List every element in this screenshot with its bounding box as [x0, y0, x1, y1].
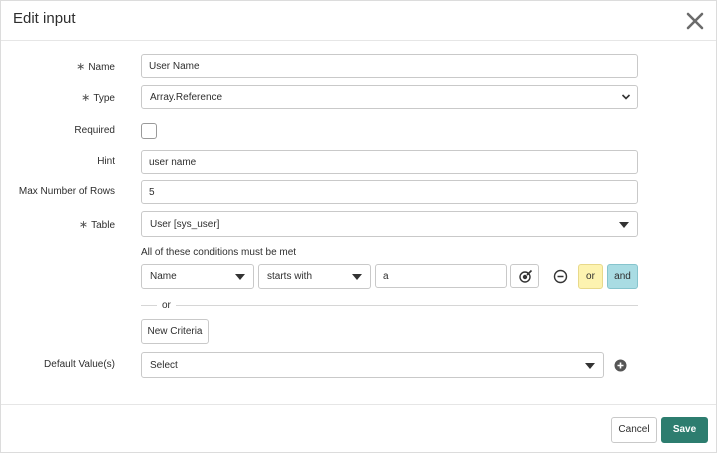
add-default-value-icon[interactable] [614, 359, 627, 372]
condition-operator-select[interactable]: starts with [258, 264, 371, 289]
new-criteria-button[interactable]: New Criteria [141, 319, 209, 344]
max-rows-label: Max Number of Rows [18, 186, 115, 197]
default-values-label: Default Value(s) [44, 359, 115, 370]
reference-picker-button[interactable] [510, 264, 539, 288]
dialog-title: Edit input [13, 10, 76, 27]
max-rows-field[interactable] [141, 180, 638, 204]
condition-operator-value: starts with [267, 271, 313, 282]
required-label: Required [74, 125, 115, 136]
cancel-button[interactable]: Cancel [611, 417, 657, 443]
table-label: ∗ Table [78, 219, 115, 231]
edit-input-dialog: Edit input ∗Name ∗Type Array.Reference R… [0, 0, 717, 453]
dialog-header: Edit input [1, 1, 716, 41]
chevron-down-icon [621, 94, 631, 100]
table-select-value: User [sys_user] [150, 219, 220, 230]
name-label: ∗ Name [76, 61, 115, 73]
or-separator-label: or [162, 300, 171, 311]
and-condition-button[interactable]: and [607, 264, 638, 289]
required-checkbox[interactable] [141, 123, 157, 139]
caret-down-icon [352, 274, 362, 280]
remove-condition-icon[interactable] [553, 269, 568, 284]
table-select[interactable]: User [sys_user] [141, 211, 638, 237]
footer-divider [1, 404, 716, 405]
condition-field-select[interactable]: Name [141, 264, 254, 289]
save-button[interactable]: Save [661, 417, 708, 443]
hint-field[interactable] [141, 150, 638, 174]
target-picker-icon [519, 269, 533, 283]
condition-field-value: Name [150, 271, 177, 282]
condition-value-field[interactable] [375, 264, 507, 288]
type-select-value: Array.Reference [150, 92, 223, 103]
default-values-placeholder: Select [150, 360, 178, 371]
required-marker: ∗ [76, 61, 86, 73]
type-select[interactable]: Array.Reference [141, 85, 638, 109]
type-label: ∗ Type [81, 92, 115, 104]
hint-label: Hint [97, 156, 115, 167]
or-divider-left [141, 305, 157, 306]
or-condition-button[interactable]: or [578, 264, 603, 289]
conditions-heading: All of these conditions must be met [141, 247, 297, 258]
or-divider-right [176, 305, 638, 306]
name-field[interactable] [141, 54, 638, 78]
default-values-select[interactable]: Select [141, 352, 604, 378]
required-marker: ∗ [78, 219, 89, 231]
required-marker: ∗ [81, 92, 91, 104]
caret-down-icon [619, 222, 629, 228]
close-icon[interactable] [684, 10, 706, 32]
caret-down-icon [235, 274, 245, 280]
caret-down-icon [585, 363, 595, 369]
